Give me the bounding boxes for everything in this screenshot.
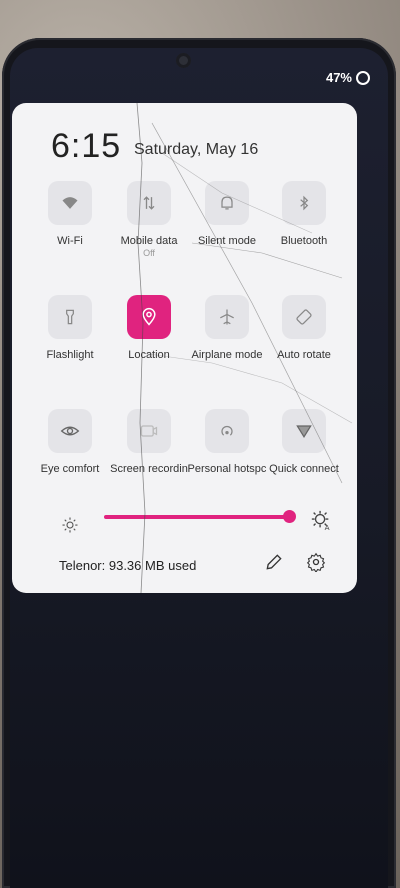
edit-icon[interactable] bbox=[264, 552, 284, 572]
svg-text:A: A bbox=[325, 523, 330, 531]
tile-label: Location bbox=[128, 349, 170, 361]
tile-mobile-data[interactable]: Mobile data Off bbox=[107, 181, 191, 258]
tile-label: Mobile data bbox=[120, 235, 178, 247]
tile-label: Silent mode bbox=[197, 235, 257, 247]
tile-label: Airplane mode bbox=[191, 349, 263, 361]
brightness-slider-track bbox=[104, 515, 289, 519]
tile-bluetooth[interactable]: Bluetooth bbox=[262, 181, 346, 247]
battery-icon bbox=[356, 70, 370, 85]
tile-label: Screen recordin bbox=[110, 463, 188, 475]
tile-wifi[interactable]: Wi-Fi bbox=[28, 181, 112, 247]
location-pin-icon bbox=[127, 295, 171, 339]
rotate-icon bbox=[282, 295, 326, 339]
quick-settings-panel: 6:15 Saturday, May 16 Wi-Fi Mobile data … bbox=[12, 103, 357, 593]
tile-label: Wi-Fi bbox=[57, 235, 83, 247]
settings-gear-icon[interactable] bbox=[306, 552, 326, 573]
tile-eye-comfort[interactable]: Eye comfort bbox=[28, 409, 112, 475]
quick-connect-icon bbox=[282, 409, 326, 453]
tile-screen-recording[interactable]: Screen recordin bbox=[107, 409, 191, 475]
tile-silent-mode[interactable]: Silent mode bbox=[185, 181, 269, 247]
clock-date: Saturday, May 16 bbox=[134, 141, 259, 158]
tile-label: Eye comfort bbox=[40, 463, 100, 475]
eye-icon bbox=[48, 409, 92, 453]
tile-sublabel: Off bbox=[143, 248, 155, 258]
battery-percent: 47% bbox=[325, 70, 352, 85]
data-usage-text: Telenor: 93.36 MB used bbox=[59, 558, 197, 573]
brightness-slider[interactable] bbox=[60, 505, 320, 529]
brightness-slider-knob[interactable] bbox=[283, 510, 296, 523]
tile-flashlight[interactable]: Flashlight bbox=[28, 295, 112, 361]
bell-icon bbox=[205, 181, 249, 225]
tile-personal-hotspot[interactable]: Personal hotspc bbox=[185, 409, 269, 475]
tile-quick-connect[interactable]: Quick connect bbox=[262, 409, 346, 475]
tile-label: Flashlight bbox=[46, 349, 94, 361]
front-camera bbox=[176, 53, 191, 68]
bluetooth-icon bbox=[282, 181, 326, 225]
tile-auto-rotate[interactable]: Auto rotate bbox=[262, 295, 346, 361]
screen-record-icon bbox=[127, 409, 171, 453]
airplane-icon bbox=[205, 295, 249, 339]
auto-brightness-icon[interactable]: A bbox=[310, 509, 332, 532]
tile-location[interactable]: Location bbox=[107, 295, 191, 361]
tile-label: Bluetooth bbox=[280, 235, 328, 247]
flashlight-icon bbox=[48, 295, 92, 339]
mobile-data-icon bbox=[127, 181, 171, 225]
tile-label: Auto rotate bbox=[277, 349, 331, 361]
battery-status: 47% bbox=[326, 70, 370, 85]
wifi-icon bbox=[48, 181, 92, 225]
tile-label: Personal hotspc bbox=[187, 463, 267, 475]
tile-label: Quick connect bbox=[269, 463, 339, 475]
hotspot-icon bbox=[205, 409, 249, 453]
tile-airplane-mode[interactable]: Airplane mode bbox=[185, 295, 269, 361]
clock-time: 6:15 bbox=[51, 127, 122, 165]
